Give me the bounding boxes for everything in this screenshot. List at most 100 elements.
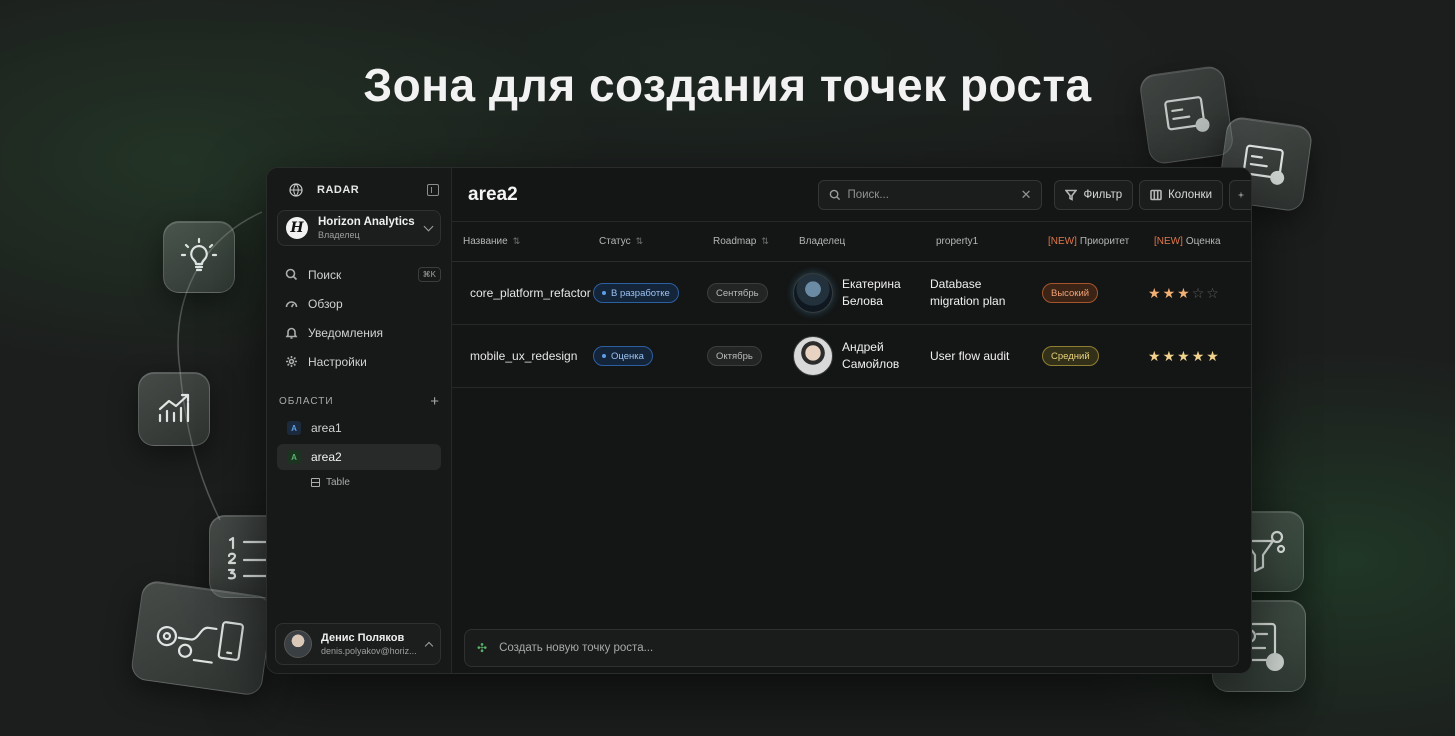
column-header-status[interactable]: Статус ⇅ (599, 236, 713, 247)
star-icon[interactable]: ★ (1163, 348, 1178, 364)
avatar (793, 273, 833, 313)
column-header-property[interactable]: property1 (936, 236, 1048, 247)
chevron-up-icon (424, 641, 434, 650)
sidebar-item-notifications[interactable]: Уведомления (267, 318, 451, 347)
sidebar-item-search[interactable]: Поиск ⌘K (267, 260, 451, 289)
globe-icon (289, 183, 303, 197)
owner-cell: Екатерина Белова (793, 273, 930, 313)
status-badge[interactable]: Оценка (593, 346, 653, 366)
bell-icon (285, 326, 298, 339)
cell-name: core_platform_refactor (470, 286, 591, 300)
sort-icon: ⇅ (512, 236, 521, 246)
avatar (284, 630, 312, 658)
header-label: property1 (936, 236, 979, 247)
column-header-priority[interactable]: [NEW] Приоритет (1048, 236, 1154, 247)
header-label: Приоритет (1079, 236, 1130, 247)
brand-header: RADAR (267, 172, 451, 208)
table-icon (311, 477, 320, 487)
header-label: Оценка (1185, 236, 1221, 247)
property-cell: Database migration plan (930, 276, 1042, 310)
main-panel: area2 ✕ Фильтр Колонки Название ⇅ Статус ⇅… (452, 168, 1251, 673)
sort-icon: ⇅ (761, 236, 769, 246)
star-icon[interactable]: ★ (1148, 348, 1163, 364)
chevron-down-icon (423, 221, 434, 232)
star-icon[interactable]: ★ (1206, 348, 1221, 364)
avatar (793, 336, 833, 376)
owner-first-name: Екатерина (842, 277, 901, 291)
roadmap-badge[interactable]: Октябрь (707, 346, 762, 366)
sidebar-item-label: Настройки (308, 354, 367, 369)
user-email: denis.polyakov@horiz... (321, 646, 417, 656)
rating-stars[interactable]: ★★★★★ (1148, 348, 1251, 365)
star-empty-icon[interactable]: ☆ (1192, 285, 1207, 301)
area-label: area2 (311, 450, 342, 464)
columns-label: Колонки (1168, 188, 1212, 201)
sidebar-item-label: Поиск (308, 267, 342, 282)
user-name: Денис Поляков (321, 632, 405, 644)
area-badge: A (287, 450, 301, 464)
owner-last-name: Белова (842, 294, 883, 308)
star-icon[interactable]: ★ (1163, 285, 1178, 301)
star-icon[interactable]: ★ (1192, 348, 1207, 364)
property-line: User flow audit (930, 348, 1010, 363)
column-header-roadmap[interactable]: Roadmap ⇅ (713, 236, 799, 247)
areas-section-header: ОБЛАСТИ + (267, 390, 451, 412)
priority-badge[interactable]: Средний (1042, 346, 1099, 366)
column-header-rating[interactable]: [NEW] Оценка (1154, 236, 1251, 247)
shortcut-badge: ⌘K (417, 267, 441, 282)
property-line: migration plan (930, 294, 1006, 308)
status-dot (602, 291, 606, 295)
sidebar-toggle-icon[interactable] (427, 184, 439, 196)
column-header-name[interactable]: Название ⇅ (452, 236, 599, 247)
create-growth-point-bar: ✣ (464, 629, 1239, 667)
sidebar-item-label: Обзор (308, 296, 343, 311)
user-menu[interactable]: Денис Поляков denis.polyakov@horiz... (275, 623, 441, 665)
create-growth-point-input[interactable] (499, 642, 1226, 654)
columns-button[interactable]: Колонки (1139, 179, 1223, 210)
new-tag: [NEW] (1048, 236, 1077, 247)
workspace-logo: H (286, 217, 308, 239)
sidebar-item-overview[interactable]: Обзор (267, 289, 451, 318)
star-empty-icon[interactable]: ☆ (1206, 285, 1221, 301)
sidebar-nav: Поиск ⌘K Обзор Уведомления Настройки (267, 260, 451, 376)
sort-icon: ⇅ (635, 236, 644, 246)
page-title: area2 (468, 183, 518, 205)
lightbulb-icon (163, 221, 235, 293)
headline: Зона для создания точек роста (363, 59, 1092, 111)
areas-title: ОБЛАСТИ (279, 395, 334, 407)
workspace-switcher[interactable]: H Horizon Analytics Владелец (277, 210, 441, 246)
sidebar: RADAR H Horizon Analytics Владелец Поиск… (267, 168, 452, 673)
table-row[interactable]: core_platform_refactor В разработке Сент… (452, 262, 1251, 325)
rating-stars[interactable]: ★★★☆☆ (1148, 285, 1251, 302)
sidebar-item-label: Уведомления (308, 325, 384, 340)
status-badge[interactable]: В разработке (593, 283, 679, 303)
settings-button[interactable] (1229, 179, 1251, 210)
gauge-icon (285, 297, 298, 310)
search-input[interactable] (847, 188, 1021, 201)
header-label: Roadmap (713, 236, 757, 247)
owner-first-name: Андрей (842, 340, 884, 354)
status-label: В разработке (611, 287, 670, 299)
column-header-owner[interactable]: Владелец (799, 236, 936, 247)
clear-search-icon[interactable]: ✕ (1021, 187, 1032, 203)
app-window: RADAR H Horizon Analytics Владелец Поиск… (266, 167, 1252, 674)
workspace-role: Владелец (318, 230, 360, 240)
sidebar-item-area1[interactable]: A area1 (277, 415, 441, 441)
priority-badge[interactable]: Высокий (1042, 283, 1099, 303)
roadmap-badge[interactable]: Сентябрь (707, 283, 768, 303)
filter-label: Фильтр (1083, 188, 1123, 201)
status-dot (602, 354, 606, 358)
star-icon[interactable]: ★ (1177, 348, 1192, 364)
star-icon[interactable]: ★ (1148, 285, 1163, 301)
filter-button[interactable]: Фильтр (1054, 179, 1134, 210)
area-label: area1 (311, 421, 342, 435)
sidebar-item-settings[interactable]: Настройки (267, 347, 451, 376)
topbar: area2 ✕ Фильтр Колонки (452, 168, 1251, 222)
table-row[interactable]: mobile_ux_redesign Оценка Октябрь Андрей… (452, 325, 1251, 388)
star-icon[interactable]: ★ (1177, 285, 1192, 301)
sidebar-item-area2[interactable]: A area2 (277, 444, 441, 470)
add-area-button[interactable]: + (430, 393, 439, 410)
sidebar-item-table[interactable]: Table (311, 470, 451, 494)
gear-icon (1238, 192, 1244, 197)
card-settings-icon (1138, 64, 1235, 166)
